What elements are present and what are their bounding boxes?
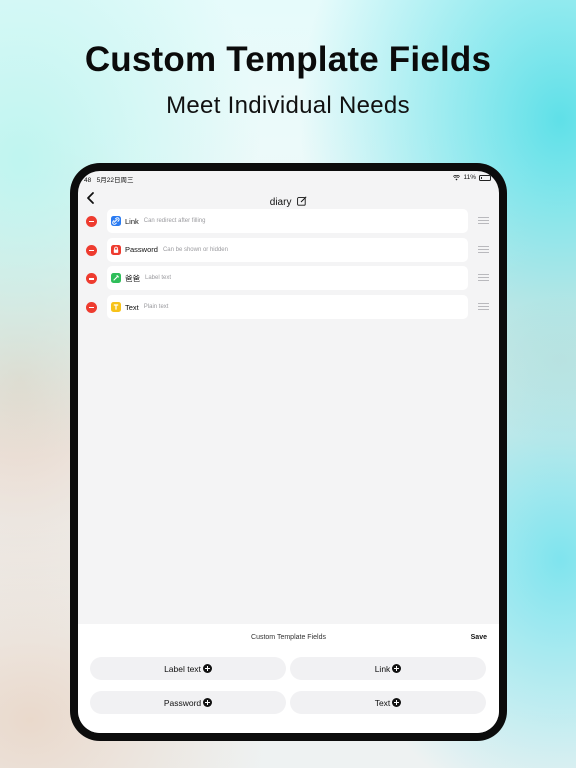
tablet-frame: 48 5月22日周三 11% diary Link Can redirect a… — [70, 163, 507, 741]
add-button-label: Label text — [164, 663, 201, 674]
drag-handle-icon[interactable] — [478, 303, 489, 311]
field-list: Link Can redirect after filling Password — [78, 209, 499, 324]
lock-icon — [111, 244, 121, 255]
drag-handle-icon[interactable] — [478, 245, 489, 254]
field-name: Password — [125, 245, 158, 255]
field-name: 爸爸 — [125, 273, 140, 283]
wifi-icon — [453, 174, 461, 180]
panel-header: Custom Template Fields Save — [78, 624, 499, 650]
plus-circle-icon — [203, 698, 213, 707]
field-row-link: Link Can redirect after filling — [78, 209, 499, 233]
field-card[interactable]: Password Can be shown or hidden — [107, 237, 468, 262]
remove-field-button[interactable] — [86, 216, 97, 227]
nav-bar: diary — [78, 187, 499, 211]
field-description: Plain text — [143, 304, 169, 311]
field-name: Text — [125, 302, 139, 312]
field-description: Can redirect after filling — [143, 218, 206, 224]
edit-icon[interactable] — [297, 196, 307, 206]
plus-circle-icon — [392, 664, 402, 673]
add-text-button[interactable]: Text — [290, 691, 486, 714]
app-screen: 48 5月22日周三 11% diary Link Can redirect a… — [78, 171, 499, 733]
add-button-label: Link — [374, 663, 391, 674]
battery-level: 11% — [463, 174, 476, 181]
status-time: 48 — [84, 177, 92, 184]
field-row-text: Text Plain text — [78, 295, 499, 320]
field-name: Link — [125, 216, 139, 226]
text-icon — [111, 302, 121, 313]
tag-icon — [111, 273, 121, 284]
save-button[interactable]: Save — [471, 634, 487, 641]
add-field-panel: Custom Template Fields Save Label text L… — [78, 624, 499, 733]
field-row-password: Password Can be shown or hidden — [78, 237, 499, 262]
add-password-button[interactable]: Password — [90, 691, 286, 714]
panel-title: Custom Template Fields — [251, 634, 326, 641]
battery-icon — [479, 174, 491, 181]
field-card[interactable]: 爸爸 Label text — [107, 266, 468, 291]
plus-circle-icon — [392, 698, 402, 707]
remove-field-button[interactable] — [86, 273, 97, 285]
status-right: 11% — [453, 174, 491, 181]
field-card[interactable]: Text Plain text — [107, 295, 468, 320]
page-title: diary — [269, 197, 292, 208]
add-button-label: Text — [374, 697, 391, 708]
drag-handle-icon[interactable] — [478, 274, 489, 282]
field-description: Can be shown or hidden — [162, 246, 228, 253]
drag-handle-icon[interactable] — [478, 217, 489, 225]
link-icon — [111, 216, 121, 226]
status-left: 48 5月22日周三 — [84, 174, 134, 184]
field-description: Label text — [145, 275, 172, 282]
remove-field-button[interactable] — [86, 244, 97, 256]
headline: Custom Template Fields — [84, 40, 492, 79]
status-date: 5月22日周三 — [96, 177, 134, 184]
field-card[interactable]: Link Can redirect after filling — [107, 209, 468, 233]
field-row-label: 爸爸 Label text — [78, 266, 499, 291]
status-bar: 48 5月22日周三 11% — [78, 171, 499, 185]
subheadline: Meet Individual Needs — [166, 92, 410, 119]
remove-field-button[interactable] — [86, 302, 97, 314]
add-label-text-button[interactable]: Label text — [90, 657, 286, 680]
add-link-button[interactable]: Link — [290, 657, 486, 680]
add-button-label: Password — [163, 697, 202, 708]
nav-title-wrap: diary — [78, 196, 499, 208]
plus-circle-icon — [202, 664, 212, 673]
